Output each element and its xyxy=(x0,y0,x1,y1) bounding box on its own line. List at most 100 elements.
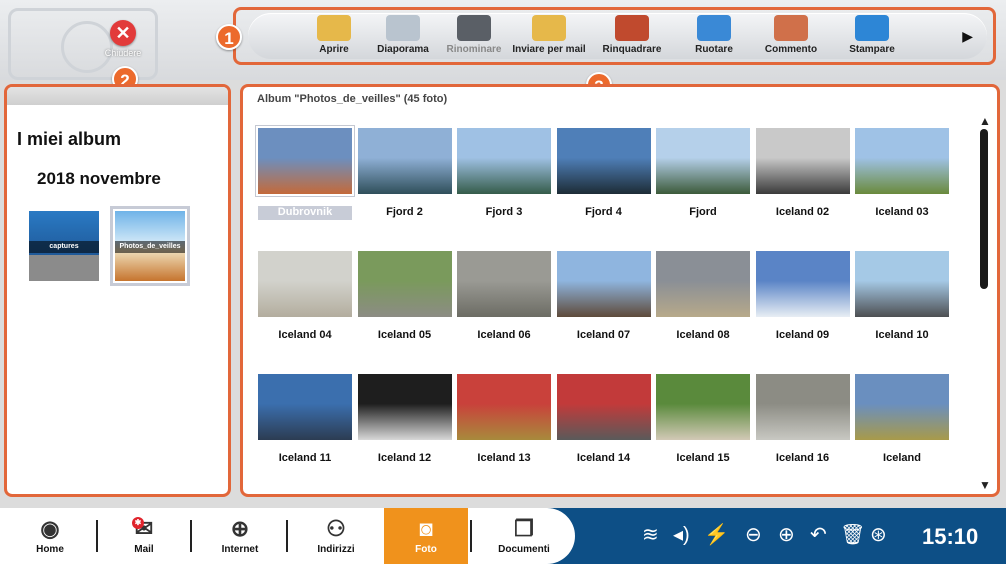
toolbar: Stampare Commento Ruotare Rinquadrare Inviar… xyxy=(233,7,996,65)
tool-button-commento[interactable]: Commento xyxy=(751,15,831,55)
zoom-out-icon[interactable]: ⊖ xyxy=(745,524,762,546)
photo-tile[interactable]: Iceland 02 xyxy=(755,128,850,220)
photo-tile[interactable]: Iceland 14 xyxy=(556,374,651,466)
tool-label: Commento xyxy=(764,44,818,55)
photo-tile[interactable]: Iceland xyxy=(855,374,949,466)
photo-tile[interactable]: Iceland 04 xyxy=(258,251,352,343)
album-photos-de-veilles[interactable]: Photos_de_veilles xyxy=(110,206,190,286)
scrollbar-thumb[interactable] xyxy=(980,129,988,289)
album-label: Photos_de_veilles xyxy=(115,241,185,253)
photo-tile[interactable]: Iceland 03 xyxy=(855,128,949,220)
toolbar-next-arrow-icon[interactable]: ▶ xyxy=(962,28,973,45)
scrollbar[interactable]: ▲ ▼ xyxy=(979,115,991,491)
tool-button-rinquadrare[interactable]: Rinquadrare xyxy=(592,15,672,55)
photo-thumbnail xyxy=(556,128,651,194)
photo-name: Iceland xyxy=(883,452,921,464)
photo-name: Iceland 04 xyxy=(278,329,332,341)
close-label: Chiudere xyxy=(104,48,142,58)
printer-icon xyxy=(855,15,889,41)
photo-name: Iceland 13 xyxy=(477,452,531,464)
rotate-icon xyxy=(697,15,731,41)
photo-tile[interactable]: Iceland 16 xyxy=(755,374,850,466)
toolbar-inner: Stampare Commento Ruotare Rinquadrare Inviar… xyxy=(248,13,987,59)
photo-name: Iceland 03 xyxy=(875,206,929,218)
mail-icon: ✉ xyxy=(134,516,154,541)
photo-tile[interactable]: Fjord xyxy=(656,128,750,220)
tool-button-stampare[interactable]: Stampare xyxy=(832,15,912,55)
photo-thumbnail xyxy=(556,374,651,440)
trash-icon[interactable]: 🗑 xyxy=(840,524,865,546)
scroll-up-arrow-icon[interactable]: ▲ xyxy=(979,115,991,127)
camera-icon: ◙ xyxy=(419,516,433,541)
globe-icon: ⊕ xyxy=(230,516,250,541)
taskbar-separator xyxy=(470,520,472,552)
taskbar-indirizzi[interactable]: ⚇ Indirizzi xyxy=(296,514,376,555)
photo-thumbnail xyxy=(755,128,850,194)
photo-tile[interactable]: Iceland 13 xyxy=(457,374,551,466)
folder-icon xyxy=(317,15,351,41)
photo-tile[interactable]: Iceland 09 xyxy=(755,251,850,343)
comment-icon xyxy=(774,15,808,41)
photo-tile[interactable]: Iceland 15 xyxy=(656,374,750,466)
close-button[interactable]: ✕ Chiudere xyxy=(95,20,151,58)
photo-tile[interactable]: Fjord 3 xyxy=(457,128,551,220)
album-list-header xyxy=(7,87,228,105)
album-base xyxy=(29,255,99,281)
volume-icon[interactable]: ◂) xyxy=(673,524,690,546)
tool-label: Stampare xyxy=(849,44,895,55)
photo-tile[interactable]: Dubrovnik xyxy=(255,125,355,220)
tool-button-inviare-per-mail[interactable]: Inviare per mail xyxy=(509,15,589,55)
help-icon[interactable]: ⊛ xyxy=(870,524,887,546)
photo-thumbnail xyxy=(255,125,355,197)
tool-label: Diaporama xyxy=(377,44,429,55)
taskbar-internet[interactable]: ⊕ Internet xyxy=(200,514,280,555)
taskbar: 15:10 ◉ Home ✉ Mail ✱ ⊕ Internet ⚇ Indirizzi ◙ Fot… xyxy=(0,508,1006,564)
zoom-in-icon[interactable]: ⊕ xyxy=(778,524,795,546)
photo-name: Iceland 02 xyxy=(775,206,830,218)
scroll-down-arrow-icon[interactable]: ▼ xyxy=(979,479,991,491)
tool-label: Ruotare xyxy=(695,44,733,55)
tool-button-aprire[interactable]: Aprire xyxy=(294,15,374,55)
photo-name: Iceland 05 xyxy=(377,329,432,341)
photo-tile[interactable]: Iceland 06 xyxy=(457,251,551,343)
tool-label: Aprire xyxy=(319,44,349,55)
photo-thumbnail xyxy=(855,374,949,440)
photo-name: Fjord 3 xyxy=(485,206,523,218)
photo-tile[interactable]: Fjord 4 xyxy=(556,128,651,220)
photo-tile[interactable]: Fjord 2 xyxy=(357,128,452,220)
step-badge-1: 1 xyxy=(216,24,242,50)
photo-tile[interactable]: Iceland 07 xyxy=(556,251,651,343)
photo-name: Fjord xyxy=(689,206,717,218)
tool-button-ruotare[interactable]: Ruotare xyxy=(674,15,754,55)
photo-thumbnail xyxy=(457,128,551,194)
photo-tile[interactable]: Iceland 10 xyxy=(855,251,949,343)
photo-tile[interactable]: Iceland 11 xyxy=(258,374,352,466)
taskbar-label: Foto xyxy=(415,544,437,555)
photo-thumbnail xyxy=(855,128,949,194)
photo-tile[interactable]: Iceland 12 xyxy=(357,374,452,466)
taskbar-documenti[interactable]: ❐ Documenti xyxy=(484,514,564,555)
clock: 15:10 xyxy=(922,524,979,549)
taskbar-foto[interactable]: ◙ Foto xyxy=(384,508,468,564)
photo-thumbnail xyxy=(656,374,750,440)
photo-tile[interactable]: Iceland 05 xyxy=(357,251,452,343)
photo-thumbnail xyxy=(556,251,651,317)
photo-thumbnail xyxy=(457,374,551,440)
photo-tile[interactable]: Iceland 08 xyxy=(656,251,750,343)
contacts-icon: ⚇ xyxy=(326,516,346,541)
album-captures[interactable]: captures xyxy=(29,211,99,281)
photo-thumbnail xyxy=(755,251,850,317)
tool-button-diaporama[interactable]: Diaporama xyxy=(363,15,443,55)
photo-name: Iceland 08 xyxy=(676,329,730,341)
album-group-title: 2018 novembre xyxy=(37,169,161,188)
taskbar-home[interactable]: ◉ Home xyxy=(10,514,90,555)
tool-button-rinominare[interactable]: Rinominare xyxy=(434,15,514,55)
taskbar-mail[interactable]: ✉ Mail ✱ xyxy=(104,514,184,555)
wifi-icon[interactable]: ≋ xyxy=(642,524,659,546)
taskbar-label: Indirizzi xyxy=(317,544,355,555)
tool-label: Rinquadrare xyxy=(602,44,662,55)
battery-icon[interactable]: ⚡ xyxy=(704,524,729,546)
undo-icon[interactable]: ↶ xyxy=(810,524,827,546)
photo-name: Iceland 09 xyxy=(775,329,830,341)
photo-name: Iceland 16 xyxy=(775,452,830,464)
